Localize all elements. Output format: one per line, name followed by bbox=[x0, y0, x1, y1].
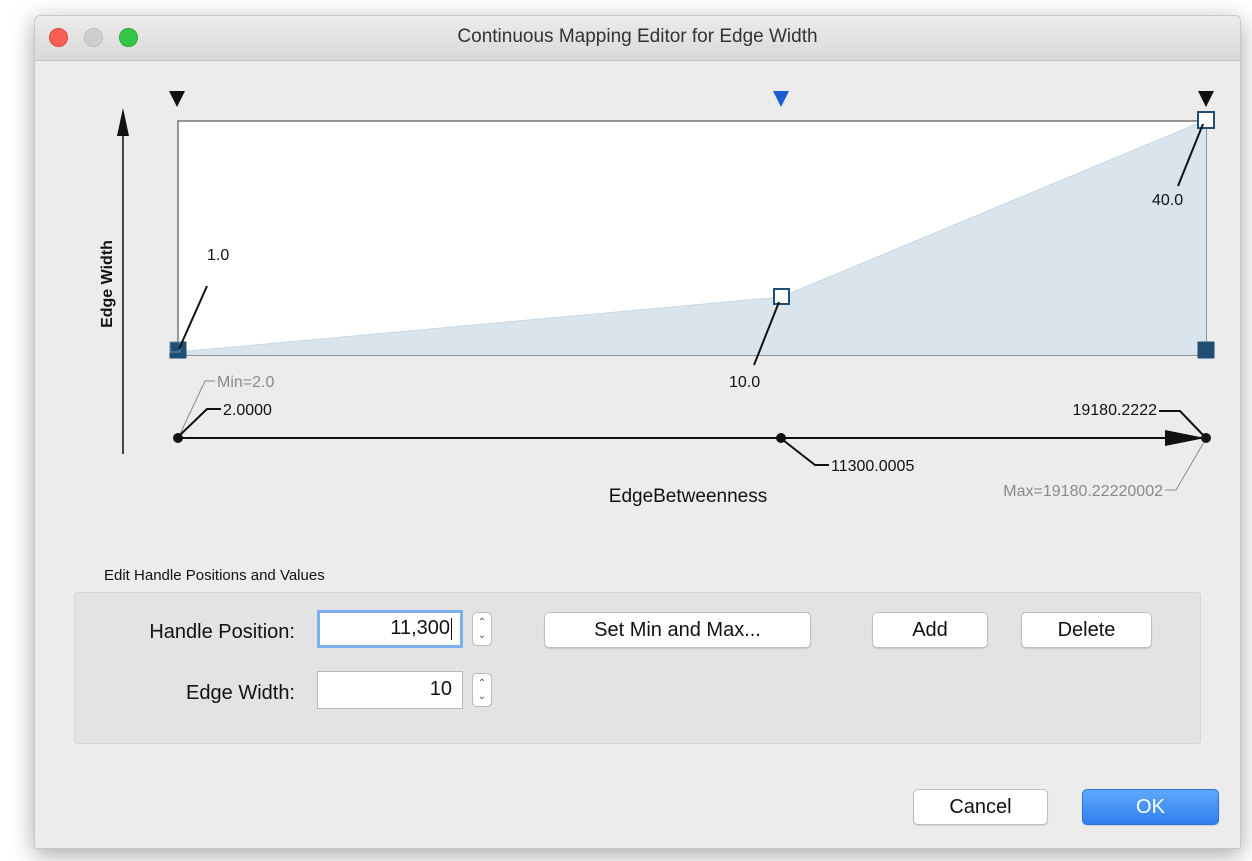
max-leader bbox=[1165, 441, 1205, 491]
edit-section-title: Edit Handle Positions and Values bbox=[104, 567, 325, 584]
handle-position-stepper[interactable]: ⌃ ⌄ bbox=[472, 612, 492, 646]
max-label: Max=19180.22220002 bbox=[1003, 483, 1163, 500]
position-label-2: 11300.0005 bbox=[831, 458, 914, 475]
selected-handle-marker[interactable] bbox=[773, 91, 789, 107]
edit-handle-panel: Handle Position: 11,300 ⌃ ⌄ Edge Width: 1… bbox=[74, 592, 1201, 744]
handle-position-input[interactable]: 11,300 bbox=[317, 610, 463, 648]
handle-max[interactable] bbox=[1197, 341, 1215, 359]
left-handle-marker[interactable] bbox=[169, 91, 185, 107]
min-leader bbox=[179, 380, 215, 435]
x-axis-arrowhead bbox=[1165, 430, 1205, 446]
cancel-button[interactable]: Cancel bbox=[913, 789, 1048, 825]
text-caret bbox=[451, 617, 452, 640]
set-min-max-button[interactable]: Set Min and Max... bbox=[544, 612, 811, 648]
delete-handle-button[interactable]: Delete bbox=[1021, 612, 1152, 648]
value-label-3: 40.0 bbox=[1152, 192, 1183, 209]
x-axis-label: EdgeBetweenness bbox=[609, 486, 767, 507]
min-label: Min=2.0 bbox=[217, 374, 274, 391]
position-label-1: 2.0000 bbox=[223, 402, 272, 419]
edge-width-input[interactable]: 10 bbox=[317, 671, 463, 709]
mapping-graph[interactable]: Edge Width 1.0 10.0 40.0 Min=2.0 Max=191… bbox=[35, 16, 1240, 556]
edge-width-label: Edge Width: bbox=[186, 682, 295, 704]
add-handle-button[interactable]: Add bbox=[872, 612, 988, 648]
handle-point-3[interactable] bbox=[1197, 111, 1215, 129]
y-axis-arrowhead bbox=[117, 108, 129, 136]
position-label-3: 19180.2222 bbox=[1072, 402, 1157, 419]
value-label-2: 10.0 bbox=[729, 374, 760, 391]
mapping-editor-window: Continuous Mapping Editor for Edge Width… bbox=[34, 15, 1241, 849]
position-leader-2 bbox=[782, 439, 829, 466]
value-label-1: 1.0 bbox=[207, 247, 229, 264]
handle-position-value: 11,300 bbox=[390, 617, 450, 639]
handle-min[interactable] bbox=[169, 341, 187, 359]
edge-width-stepper[interactable]: ⌃ ⌄ bbox=[472, 673, 492, 707]
ok-button[interactable]: OK bbox=[1082, 789, 1219, 825]
handle-position-label: Handle Position: bbox=[149, 621, 295, 643]
handle-point-2[interactable] bbox=[773, 288, 790, 305]
right-handle-marker[interactable] bbox=[1198, 91, 1214, 107]
y-axis-label: Edge Width bbox=[99, 240, 116, 328]
